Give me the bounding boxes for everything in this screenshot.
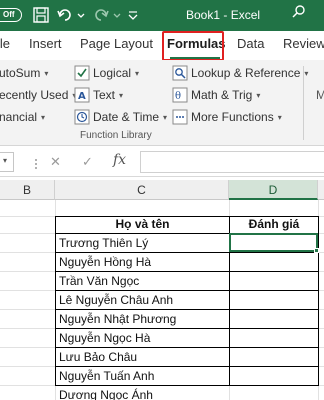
formula-bar-grip-icon[interactable] <box>34 158 38 170</box>
name-box[interactable]: ▾ <box>0 152 14 172</box>
table-row-name[interactable]: Nguyễn Nhật Phương <box>59 310 227 329</box>
function-library-group-label: Function Library <box>80 130 152 141</box>
math-trig-label: Math & Trig <box>191 88 253 102</box>
column-header-e[interactable] <box>318 180 324 200</box>
column-d-label: D <box>268 183 278 197</box>
fill-handle[interactable] <box>314 248 319 253</box>
clock-icon <box>74 109 90 125</box>
title-bar: Off Book1 - Excel <box>0 0 324 31</box>
ribbon-separator <box>303 66 304 140</box>
column-c-label: C <box>137 183 146 197</box>
cancel-icon[interactable]: ✕ <box>50 154 61 170</box>
table-row-name[interactable]: Nguyễn Tuấn Anh <box>59 367 227 386</box>
header-ho-va-ten[interactable]: Họ và tên <box>56 216 229 233</box>
logical-icon <box>74 65 90 81</box>
column-header-d[interactable]: D <box>229 180 318 200</box>
tab-data[interactable]: Data <box>237 36 264 51</box>
lookup-reference-button[interactable]: Lookup & Reference ▾ <box>172 65 308 81</box>
tab-review[interactable]: Review <box>283 36 324 51</box>
ribbon-formulas: utoSum ▾ ecently Used ▾ nancial ▾ Logical ▾ … <box>0 60 324 146</box>
lookup-icon <box>172 65 188 81</box>
table-row-name[interactable]: Nguyễn Ngọc Hà <box>59 329 227 348</box>
chevron-down-icon: ▾ <box>256 90 261 100</box>
text-label: Text <box>93 88 116 102</box>
chevron-down-icon: ▾ <box>163 112 168 122</box>
chevron-down-icon: ▾ <box>3 156 8 165</box>
column-header-c[interactable]: C <box>55 180 229 200</box>
logical-label: Logical <box>93 66 132 80</box>
window-title: Book1 - Excel <box>186 8 261 22</box>
autosum-label: utoSum <box>0 66 41 80</box>
financial-label: nancial <box>0 110 38 124</box>
table-border <box>55 216 56 386</box>
header-danh-gia[interactable]: Đánh giá <box>230 216 318 233</box>
more-functions-label: More Functions <box>191 110 274 124</box>
financial-button[interactable]: nancial ▾ <box>0 110 45 124</box>
table-row-name[interactable]: Lưu Bảo Châu <box>59 348 227 367</box>
date-time-button[interactable]: Date & Time ▾ <box>74 109 167 125</box>
math-trig-button[interactable]: θ Math & Trig ▾ <box>172 87 260 103</box>
table-row-name[interactable]: Nguyễn Hồng Hà <box>59 253 227 272</box>
column-b-label: B <box>22 183 31 197</box>
text-function-icon: A <box>74 87 90 103</box>
chevron-down-icon: ▾ <box>135 68 140 78</box>
table-row-name[interactable]: Lê Nguyễn Châu Anh <box>59 291 227 310</box>
defined-names-label: M <box>316 88 324 102</box>
tab-insert[interactable]: Insert <box>29 36 62 51</box>
lookup-reference-label: Lookup & Reference <box>191 66 301 80</box>
chevron-down-icon: ▾ <box>277 112 282 122</box>
table-border <box>318 216 319 386</box>
enter-icon[interactable]: ✓ <box>82 154 93 170</box>
formula-bar: ▾ ✕ ✓ fx <box>0 147 324 177</box>
recently-used-button[interactable]: ecently Used ▾ <box>0 88 76 102</box>
undo-icon[interactable] <box>56 6 74 24</box>
search-icon[interactable] <box>292 4 306 18</box>
customize-toolbar-icon[interactable] <box>126 6 140 24</box>
defined-names-button[interactable]: M <box>316 88 324 102</box>
table-row-name[interactable]: Trương Thiên Lý <box>59 234 227 253</box>
tab-page-layout[interactable]: Page Layout <box>80 36 153 51</box>
autosave-toggle[interactable]: Off <box>0 8 22 22</box>
table-row-name[interactable]: Trần Văn Ngọc <box>59 272 227 291</box>
recently-used-label: ecently Used <box>0 88 69 102</box>
formulas-highlight-box <box>162 31 224 61</box>
date-time-label: Date & Time <box>93 110 160 124</box>
math-trig-icon: θ <box>172 87 188 103</box>
logical-button[interactable]: Logical ▾ <box>74 65 139 81</box>
undo-dropdown-icon[interactable] <box>76 6 86 24</box>
column-header-b[interactable]: B <box>0 180 55 200</box>
insert-function-icon[interactable]: fx <box>113 152 126 168</box>
chevron-down-icon: ▾ <box>304 68 309 78</box>
more-functions-button[interactable]: More Functions ▾ <box>172 109 282 125</box>
table-row-name[interactable]: Dương Ngọc Ánh <box>59 386 227 400</box>
svg-text:θ: θ <box>175 91 181 102</box>
chevron-down-icon: ▾ <box>41 112 46 122</box>
tab-file[interactable]: ile <box>0 36 10 51</box>
autosum-button[interactable]: utoSum ▾ <box>0 66 48 80</box>
formula-input[interactable] <box>140 151 324 173</box>
chevron-down-icon: ▾ <box>44 68 49 78</box>
more-functions-icon <box>172 109 188 125</box>
text-button[interactable]: A Text ▾ <box>74 87 123 103</box>
autosave-label: Off <box>3 10 15 19</box>
svg-text:A: A <box>78 91 86 102</box>
redo-icon[interactable] <box>92 6 110 24</box>
save-icon[interactable] <box>32 6 50 24</box>
active-cell-selection[interactable] <box>229 233 318 252</box>
redo-dropdown-icon[interactable] <box>112 6 122 24</box>
chevron-down-icon: ▾ <box>119 90 124 100</box>
